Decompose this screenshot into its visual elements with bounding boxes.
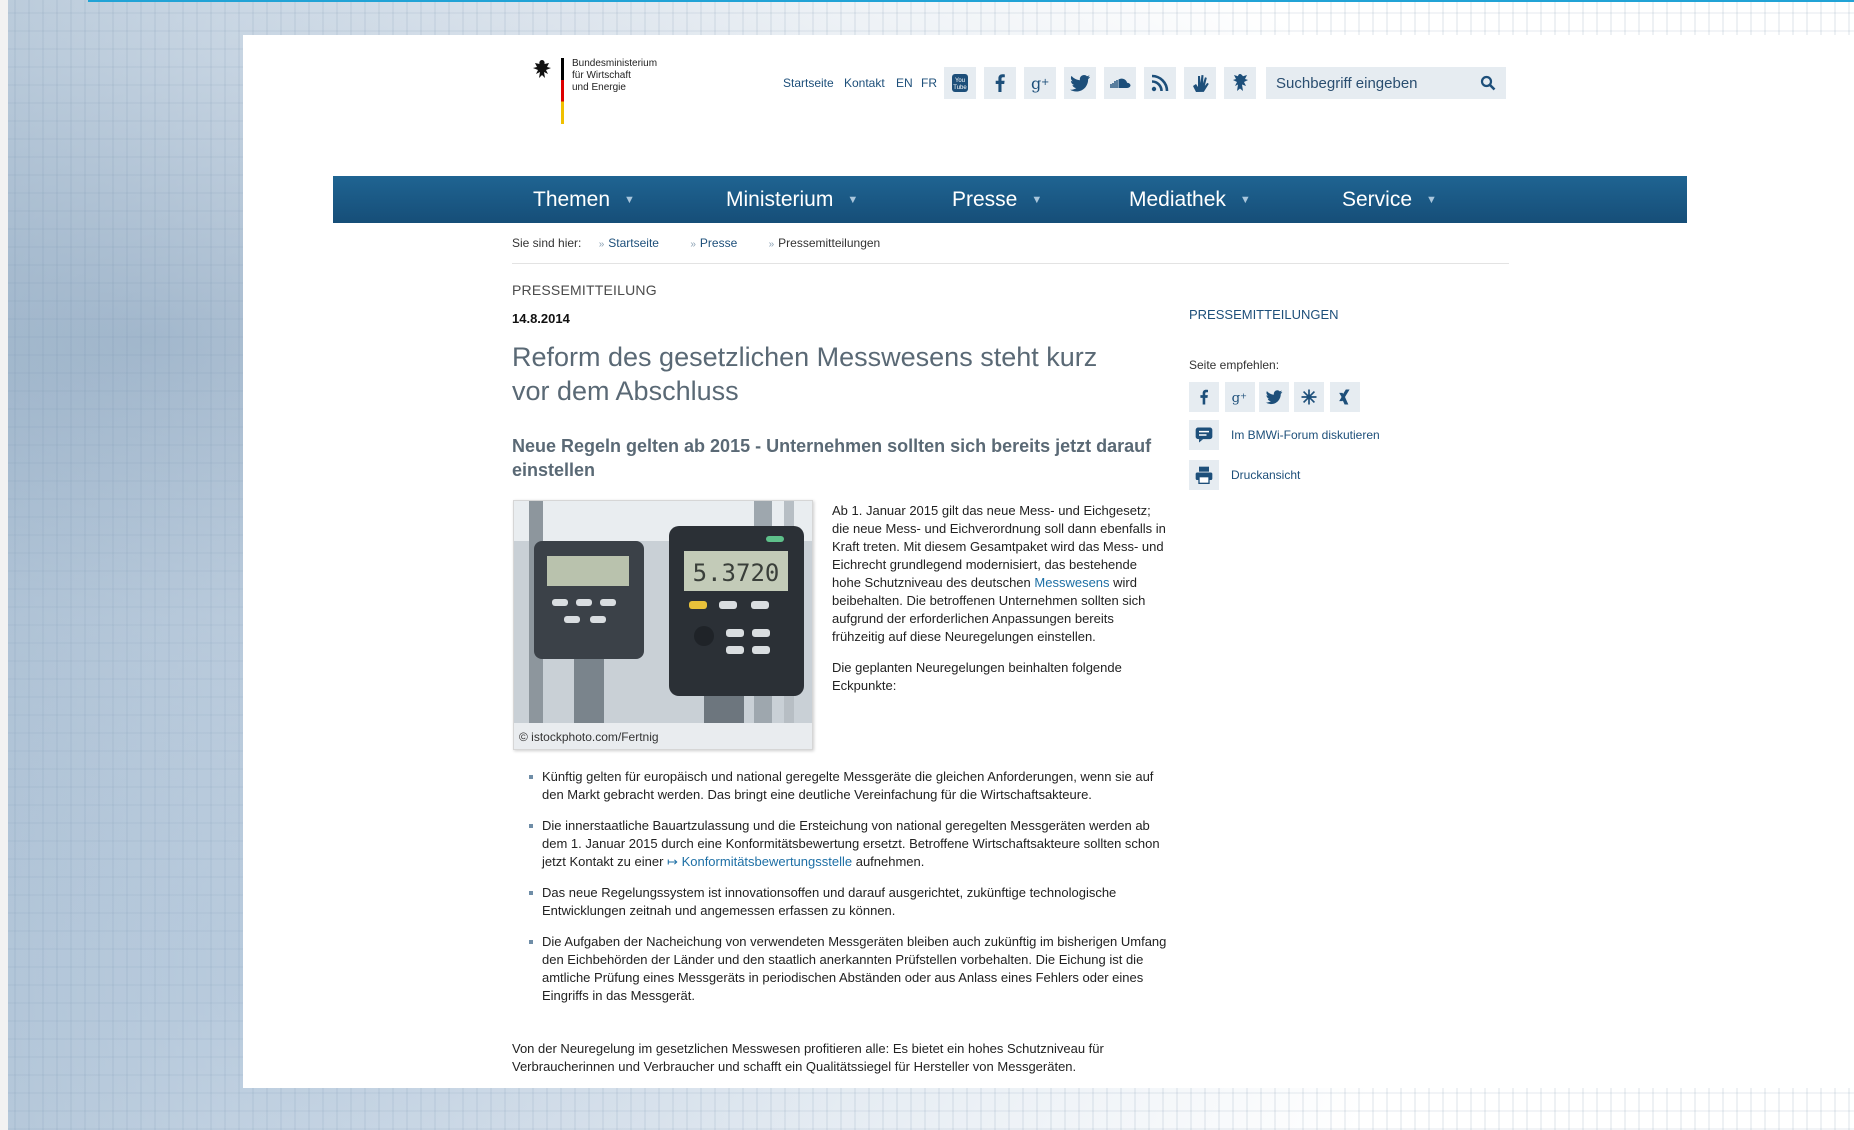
link-startseite[interactable]: Startseite	[783, 76, 834, 90]
facebook-icon[interactable]	[984, 67, 1016, 99]
rss-icon[interactable]	[1144, 67, 1176, 99]
breadcrumb-prefix: Sie sind hier:	[512, 236, 582, 250]
list-item: Künftig gelten für europäisch und nation…	[528, 768, 1168, 804]
youtube-icon[interactable]: You Tube	[944, 67, 976, 99]
recommend-label: Seite empfehlen:	[1189, 358, 1280, 372]
twitter-icon[interactable]	[1064, 67, 1096, 99]
logo-line: und Energie	[572, 82, 626, 93]
nav-themen[interactable]: Themen ▼	[533, 176, 635, 223]
closing-paragraph: Von der Neuregelung im gesetzlichen Mess…	[512, 1041, 1104, 1074]
chevron-down-icon: ▼	[1239, 194, 1251, 206]
article-image[interactable]: 5.3720 © istockphoto.com/Fertnig	[513, 500, 813, 750]
print-label: Druckansicht	[1231, 468, 1301, 482]
breadcrumb-arrow-icon: »	[690, 239, 696, 250]
chevron-down-icon: ▼	[624, 194, 635, 206]
list-item: Die innerstaatliche Bauartzulassung und …	[528, 817, 1168, 871]
page-title: Reform des gesetzlichen Messwesens steht…	[512, 342, 1098, 406]
points-intro: Die geplanten Neuregelungen beinhalten f…	[832, 660, 1122, 693]
flag-bar	[561, 58, 564, 124]
device-display-value: 5.3720	[693, 559, 780, 587]
logo-line: Bundesministerium	[572, 58, 658, 69]
nav-label: Service	[1342, 188, 1413, 211]
share-xing-icon[interactable]	[1330, 382, 1360, 412]
logo-text: Bundesministerium für Wirtschaft und Ene…	[572, 58, 692, 94]
eagle-icon[interactable]	[1224, 67, 1256, 99]
list-item-text: aufnehmen.	[855, 854, 925, 869]
search-box	[1266, 67, 1506, 99]
top-accent-line	[88, 0, 1854, 2]
federal-eagle-icon	[533, 60, 551, 78]
nav-label: Ministerium	[726, 188, 834, 211]
share-twitter-icon[interactable]	[1259, 382, 1289, 412]
breadcrumb-arrow-icon: »	[768, 239, 775, 250]
breadcrumb-arrow-icon: »	[598, 239, 605, 250]
nav-service[interactable]: Service ▼	[1342, 176, 1437, 223]
nav-label: Themen	[533, 188, 611, 211]
list-item: Das neue Regelungssystem ist innovations…	[528, 884, 1168, 920]
share-facebook-icon[interactable]	[1189, 382, 1219, 412]
main-navigation: Themen ▼ Ministerium ▼ Presse ▼ Mediathek ▼ …	[333, 176, 1687, 223]
nav-mediathek[interactable]: Mediathek ▼	[1129, 176, 1251, 223]
external-link-icon: ↦	[667, 854, 678, 869]
breadcrumb-current: Pressemitteilungen	[778, 236, 881, 250]
article-intro: Ab 1. Januar 2015 gilt das neue Mess- un…	[832, 502, 1168, 708]
link-english[interactable]: EN	[896, 76, 913, 90]
key-points-list: Künftig gelten für europäisch und nation…	[528, 768, 1168, 1018]
left-edge-strip	[0, 0, 8, 1130]
search-icon[interactable]	[1480, 75, 1496, 91]
chevron-down-icon: ▼	[847, 194, 859, 206]
soundcloud-icon[interactable]	[1104, 67, 1136, 99]
svg-text:g: g	[1031, 74, 1041, 93]
link-french[interactable]: FR	[921, 76, 937, 90]
image-caption: © istockphoto.com/Fertnig	[519, 730, 659, 744]
link-kontakt[interactable]: Kontakt	[844, 76, 885, 90]
svg-text:+: +	[1041, 77, 1049, 88]
intro-paragraph: Ab 1. Januar 2015 gilt das neue Mess- un…	[832, 502, 1168, 646]
logo-line: für Wirtschaft	[572, 70, 631, 81]
share-google-plus-icon[interactable]: g +	[1225, 382, 1255, 412]
google-plus-icon[interactable]: g +	[1024, 67, 1056, 99]
article-subtitle: Neue Regeln gelten ab 2015 - Unternehmen…	[512, 436, 1152, 480]
svg-text:You: You	[955, 78, 965, 84]
konformitaetsbewertungsstelle-link[interactable]: Konformitätsbewertungsstelle	[682, 854, 853, 869]
nav-label: Mediathek	[1129, 188, 1226, 211]
measuring-device-photo: 5.3720	[514, 501, 812, 723]
svg-text:+: +	[1240, 391, 1247, 401]
hand-icon[interactable]	[1184, 67, 1216, 99]
breadcrumb-startseite[interactable]: Startseite	[608, 236, 659, 250]
svg-text:Tube: Tube	[953, 85, 967, 91]
printer-icon	[1189, 460, 1219, 490]
share-delicious-icon[interactable]	[1294, 382, 1324, 412]
sidebar-heading-link[interactable]: PRESSEMITTEILUNGEN	[1189, 307, 1339, 322]
article-date: 14.8.2014	[512, 311, 570, 326]
nav-label: Presse	[952, 188, 1018, 211]
comment-icon	[1189, 420, 1219, 450]
breadcrumb-divider	[512, 263, 1509, 264]
messwesen-link[interactable]: Messwesens	[1034, 575, 1109, 590]
chevron-down-icon: ▼	[1031, 194, 1043, 206]
search-input[interactable]	[1276, 67, 1466, 99]
nav-presse[interactable]: Presse ▼	[952, 176, 1042, 223]
list-item: Die Aufgaben der Nacheichung von verwend…	[528, 933, 1168, 1005]
article-kicker: PRESSEMITTEILUNG	[512, 282, 657, 298]
forum-label: Im BMWi-Forum diskutieren	[1231, 428, 1380, 442]
breadcrumb-presse[interactable]: Presse	[700, 236, 737, 250]
nav-ministerium[interactable]: Ministerium ▼	[726, 176, 858, 223]
breadcrumb: Sie sind hier: » Startseite » Presse » Pres…	[512, 236, 908, 250]
chevron-down-icon: ▼	[1426, 194, 1437, 206]
